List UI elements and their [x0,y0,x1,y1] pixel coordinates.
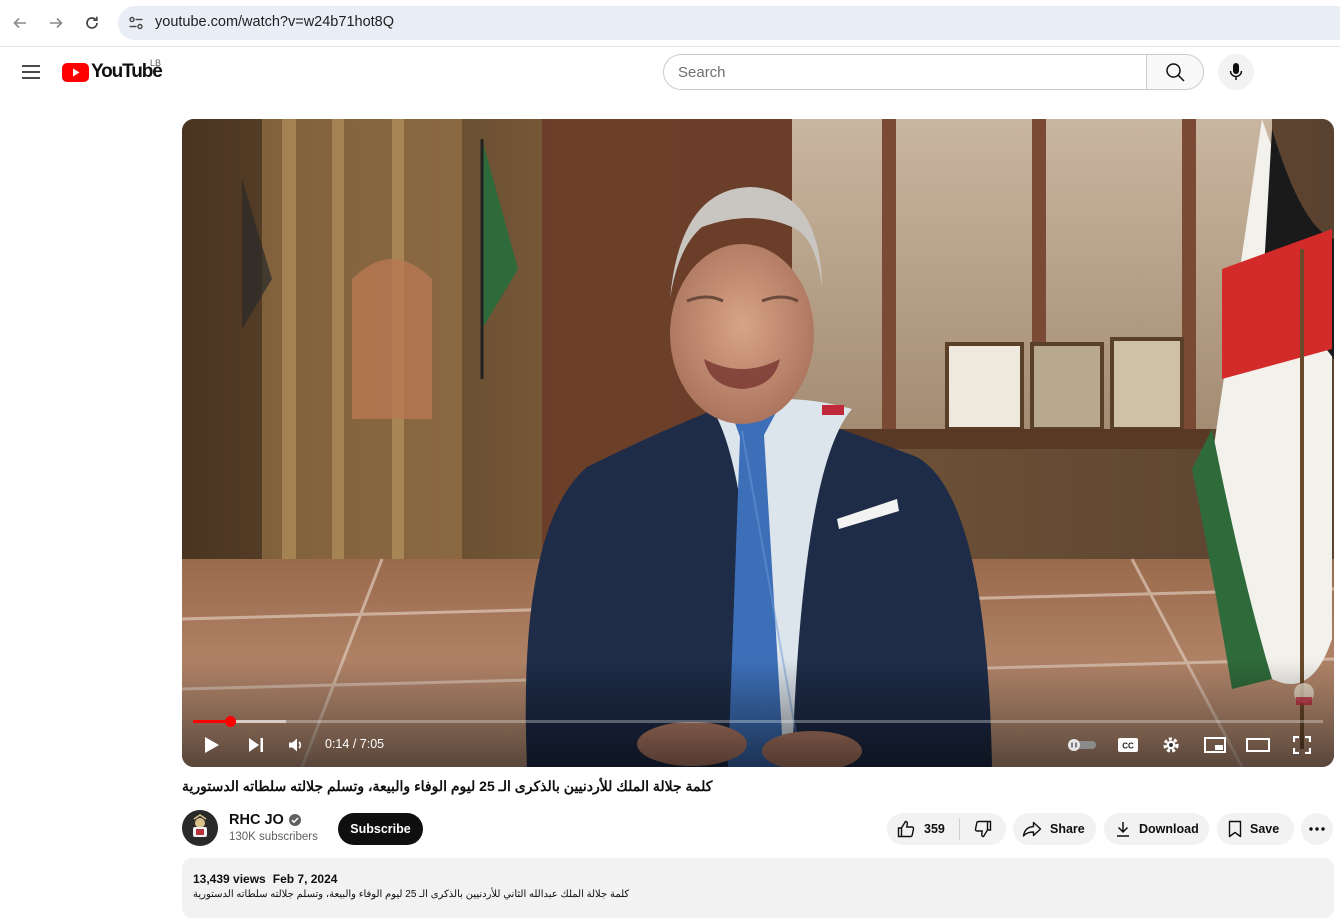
theater-mode-button[interactable] [1241,728,1275,762]
volume-button[interactable] [279,728,313,762]
site-info-icon[interactable] [126,13,146,33]
theater-mode-icon [1246,738,1270,752]
channel-name-row[interactable]: RHC JO [229,812,301,828]
bookmark-icon [1228,820,1242,838]
search-input[interactable] [678,55,1133,89]
more-actions-button[interactable] [1301,813,1333,845]
more-horizontal-icon [1309,827,1325,831]
voice-search-button[interactable] [1218,54,1254,90]
progress-bar[interactable] [193,716,1323,727]
time-separator: / [349,737,360,751]
captions-button[interactable]: CC [1111,728,1145,762]
forward-arrow-icon[interactable] [42,9,70,37]
search-icon [1166,63,1185,82]
miniplayer-button[interactable] [1198,728,1232,762]
crest-logo-icon [182,810,218,846]
download-button[interactable]: Download [1104,813,1209,845]
reload-icon[interactable] [78,9,106,37]
menu-icon[interactable] [18,59,44,85]
play-icon [205,737,219,753]
fullscreen-button[interactable] [1285,728,1319,762]
like-button[interactable]: 359 [887,813,959,845]
url-text[interactable]: youtube.com/watch?v=w24b71hot8Q [155,14,394,30]
youtube-logo[interactable]: YouTube [62,60,163,84]
browser-toolbar: youtube.com/watch?v=w24b71hot8Q [0,0,1340,47]
autoplay-toggle-icon [1068,739,1096,751]
subscriber-count: 130K subscribers [229,831,318,843]
video-player[interactable]: 0:14 / 7:05 CC [182,119,1334,767]
upload-date: Feb 7, 2024 [272,872,338,886]
description-box[interactable]: 13,439 views Feb 7, 2024 كلمة جلالة المل… [182,858,1334,918]
like-dislike-group: 359 [887,813,1006,845]
time-total: 7:05 [359,737,385,751]
share-label: Share [1050,822,1085,836]
next-button[interactable] [239,728,273,762]
svg-text:CC: CC [1122,742,1134,751]
verified-check-icon [288,814,301,826]
miniplayer-icon [1204,737,1226,753]
download-label: Download [1139,822,1199,836]
channel-avatar[interactable] [182,810,218,846]
share-button[interactable]: Share [1013,813,1096,845]
save-button[interactable]: Save [1217,813,1294,845]
captions-icon: CC [1118,738,1138,752]
search-button[interactable] [1146,54,1204,90]
subscribe-button[interactable]: Subscribe [338,813,423,845]
description-text: كلمة جلالة الملك عبدالله الثاني للأردنيي… [193,889,630,900]
share-arrow-icon [1022,821,1042,837]
channel-name[interactable]: RHC JO [229,812,284,828]
download-icon [1117,822,1129,837]
address-bar[interactable]: youtube.com/watch?v=w24b71hot8Q [118,6,1340,40]
next-icon [249,738,263,752]
scrubber-handle[interactable] [224,716,236,727]
thumbs-up-icon [897,820,915,838]
search-box[interactable] [663,54,1147,90]
time-current: 0:14 [325,737,350,751]
save-label: Save [1250,822,1280,836]
time-display: 0:14 / 7:05 [325,737,384,751]
back-arrow-icon[interactable] [6,9,34,37]
dislike-button[interactable] [960,813,1006,845]
fullscreen-icon [1293,736,1311,754]
play-button[interactable] [195,728,229,762]
video-title: كلمة جلالة الملك للأردنيين بالذكرى الـ 2… [182,778,713,794]
mic-icon [1229,63,1243,80]
view-count-date: 13,439 views Feb 7, 2024 [193,872,337,886]
settings-button[interactable] [1154,728,1188,762]
autoplay-toggle[interactable] [1065,728,1099,762]
youtube-play-logo-icon [62,62,89,82]
settings-icon [1163,737,1179,753]
thumbs-down-icon [974,820,992,838]
view-count: 13,439 views [193,872,266,886]
country-code: LB [150,58,162,68]
volume-icon [289,738,302,752]
like-count: 359 [924,822,945,836]
